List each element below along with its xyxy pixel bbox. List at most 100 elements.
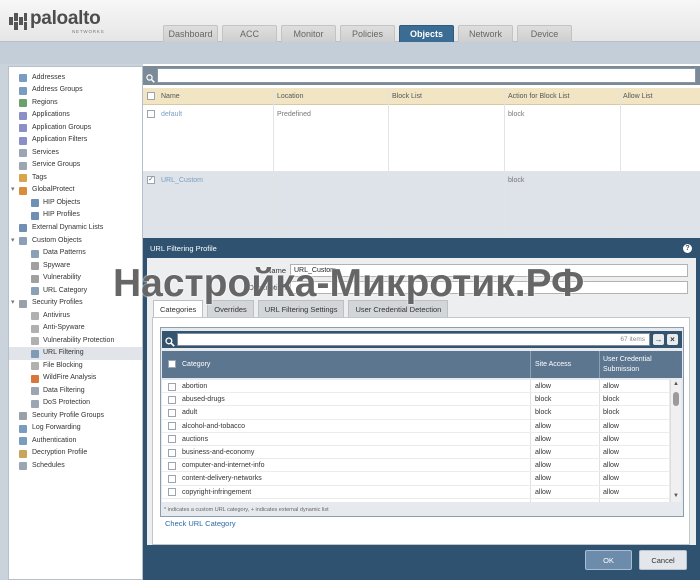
list-item[interactable]: abortion allow allow xyxy=(162,380,669,394)
tab-policies[interactable]: Policies xyxy=(340,25,395,42)
sidebar-item-anti-spyware[interactable]: Anti-Spyware xyxy=(9,322,142,335)
cell-name[interactable]: default xyxy=(161,106,182,123)
tab-monitor[interactable]: Monitor xyxy=(281,25,336,42)
expand-arrow-icon[interactable]: ▾ xyxy=(11,297,15,310)
site-access-value[interactable]: allow xyxy=(535,420,551,433)
table-search-input[interactable] xyxy=(157,68,696,83)
tab-dashboard[interactable]: Dashboard xyxy=(163,25,218,42)
sidebar-item-custom-objects[interactable]: ▾ Custom Objects xyxy=(9,235,142,248)
sidebar-item-authentication[interactable]: Authentication xyxy=(9,435,142,448)
sidebar-item-decryption-profile[interactable]: Decryption Profile xyxy=(9,447,142,460)
row-checkbox[interactable] xyxy=(147,110,155,118)
sidebar-item-data-patterns[interactable]: Data Patterns xyxy=(9,247,142,260)
row-checkbox[interactable] xyxy=(168,382,176,391)
sidebar-item-vulnerability[interactable]: Vulnerability xyxy=(9,272,142,285)
expand-arrow-icon[interactable]: ▾ xyxy=(11,184,15,197)
list-item[interactable]: abused-drugs block block xyxy=(162,393,669,407)
row-checkbox[interactable] xyxy=(168,422,176,431)
credential-submission-value[interactable]: allow xyxy=(603,380,619,393)
scroll-up-icon[interactable]: ▲ xyxy=(673,381,679,387)
sidebar-item-globalprotect[interactable]: ▾ GlobalProtect xyxy=(9,184,142,197)
tab-user-credential-detection[interactable]: User Credential Detection xyxy=(348,300,449,317)
column-site-access[interactable]: Site Access xyxy=(535,361,571,368)
credential-submission-value[interactable]: block xyxy=(603,393,619,406)
column-action-for-block-list[interactable]: Action for Block List xyxy=(508,88,569,105)
tab-network[interactable]: Network xyxy=(458,25,513,42)
column-location[interactable]: Location xyxy=(277,88,303,105)
credential-submission-value[interactable]: allow xyxy=(603,446,619,459)
sidebar-item-wildfire-analysis[interactable]: WildFire Analysis xyxy=(9,372,142,385)
credential-submission-value[interactable]: allow xyxy=(603,486,619,499)
sidebar-item-tags[interactable]: Tags xyxy=(9,172,142,185)
sidebar-item-antivirus[interactable]: Antivirus xyxy=(9,310,142,323)
sidebar-item-log-forwarding[interactable]: Log Forwarding xyxy=(9,422,142,435)
column-category[interactable]: Category xyxy=(182,361,210,368)
credential-submission-value[interactable]: allow xyxy=(603,472,619,485)
select-all-checkbox[interactable] xyxy=(147,92,155,100)
sidebar-item-security-profiles[interactable]: ▾ Security Profiles xyxy=(9,297,142,310)
credential-submission-value[interactable]: allow xyxy=(603,433,619,446)
table-row[interactable]: default Predefined block xyxy=(143,106,700,172)
table-row[interactable]: ✓ URL_Custom block xyxy=(143,172,700,239)
sidebar-item-applications[interactable]: Applications xyxy=(9,109,142,122)
row-checkbox[interactable] xyxy=(168,448,176,457)
site-access-value[interactable]: allow xyxy=(535,433,551,446)
sidebar-item-url-filtering[interactable]: URL Filtering xyxy=(9,347,142,360)
site-access-value[interactable]: allow xyxy=(535,459,551,472)
credential-submission-value[interactable]: allow xyxy=(603,420,619,433)
sidebar-item-file-blocking[interactable]: File Blocking xyxy=(9,360,142,373)
sidebar-item-address-groups[interactable]: Address Groups xyxy=(9,84,142,97)
tab-overrides[interactable]: Overrides xyxy=(207,300,254,317)
column-user-credential-submission[interactable]: User Credential Submission xyxy=(603,355,665,375)
list-item[interactable]: computer-and-internet-info allow allow xyxy=(162,459,669,473)
column-allow-list[interactable]: Allow List xyxy=(623,88,653,105)
row-checkbox[interactable] xyxy=(168,408,176,417)
credential-submission-value[interactable]: block xyxy=(603,406,619,419)
cancel-button[interactable]: Cancel xyxy=(639,550,687,570)
sidebar-item-application-filters[interactable]: Application Filters xyxy=(9,134,142,147)
arrow-right-icon[interactable]: → xyxy=(653,334,664,345)
ok-button[interactable]: OK xyxy=(585,550,632,570)
scroll-down-icon[interactable]: ▼ xyxy=(673,493,679,499)
credential-submission-value[interactable]: allow xyxy=(603,459,619,472)
name-field[interactable]: URL_Custom xyxy=(290,264,688,277)
tab-acc[interactable]: ACC xyxy=(222,25,277,42)
row-checkbox[interactable] xyxy=(168,395,176,404)
tab-categories[interactable]: Categories xyxy=(153,300,204,317)
site-access-value[interactable]: allow xyxy=(535,472,551,485)
list-item[interactable]: copyright-infringement allow allow xyxy=(162,486,669,499)
row-checkbox[interactable] xyxy=(168,488,176,497)
sidebar-item-data-filtering[interactable]: Data Filtering xyxy=(9,385,142,398)
search-icon[interactable] xyxy=(146,70,155,88)
sidebar-item-external-dynamic-lists[interactable]: External Dynamic Lists xyxy=(9,222,142,235)
site-access-value[interactable]: allow xyxy=(535,486,551,499)
sidebar-item-url-category[interactable]: URL Category xyxy=(9,285,142,298)
sidebar-item-dos-protection[interactable]: DoS Protection xyxy=(9,397,142,410)
grid-scrollbar[interactable]: ▲ ▼ xyxy=(670,380,681,502)
sidebar-item-addresses[interactable]: Addresses xyxy=(9,72,142,85)
sidebar-item-hip-objects[interactable]: HIP Objects xyxy=(9,197,142,210)
row-checkbox[interactable] xyxy=(168,435,176,444)
row-checkbox[interactable]: ✓ xyxy=(147,176,155,184)
scroll-thumb[interactable] xyxy=(673,392,679,406)
sidebar-item-schedules[interactable]: Schedules xyxy=(9,460,142,473)
cell-name[interactable]: URL_Custom xyxy=(161,172,203,189)
description-field[interactable] xyxy=(290,281,688,294)
tab-url-filtering-settings[interactable]: URL Filtering Settings xyxy=(257,300,345,317)
row-checkbox[interactable] xyxy=(168,474,176,483)
tab-objects[interactable]: Objects xyxy=(399,25,454,42)
sidebar-item-regions[interactable]: Regions xyxy=(9,97,142,110)
column-name[interactable]: Name xyxy=(161,88,180,105)
category-search-input[interactable]: 67 items xyxy=(177,333,650,346)
search-icon[interactable] xyxy=(165,334,175,352)
sidebar-item-spyware[interactable]: Spyware xyxy=(9,260,142,273)
sidebar-item-services[interactable]: Services xyxy=(9,147,142,160)
list-item[interactable]: auctions allow allow xyxy=(162,433,669,446)
list-item[interactable]: content-delivery-networks allow allow xyxy=(162,472,669,486)
tab-device[interactable]: Device xyxy=(517,25,572,42)
sidebar-item-vulnerability-protection[interactable]: Vulnerability Protection xyxy=(9,335,142,348)
row-checkbox[interactable] xyxy=(168,461,176,470)
list-item[interactable]: alcohol-and-tobacco allow allow xyxy=(162,420,669,433)
select-all-checkbox[interactable] xyxy=(168,360,176,368)
site-access-value[interactable]: block xyxy=(535,393,551,406)
